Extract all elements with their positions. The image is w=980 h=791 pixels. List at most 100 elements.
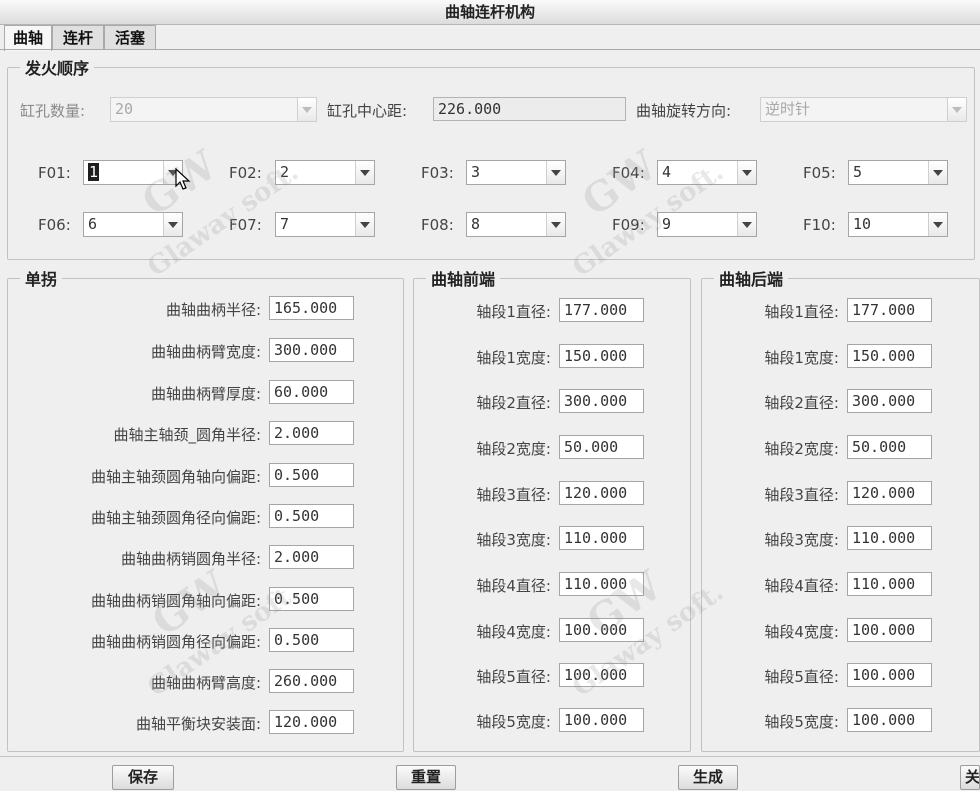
main-journal-fillet-radial-offset-field[interactable]: 0.500 [269,504,354,528]
front-end-group: 曲轴前端 [413,266,691,752]
rear-seg4-diameter-label: 轴段4直径: [764,577,839,595]
chevron-down-icon[interactable] [163,213,182,236]
save-button[interactable]: 保存 [112,765,174,790]
rear-seg2-width-label: 轴段2宽度: [764,440,839,458]
f04-select[interactable]: 4 [657,160,757,185]
rear-seg4-width-label: 轴段4宽度: [764,623,839,641]
rear-seg1-diameter-label: 轴段1直径: [764,303,839,321]
rear-seg2-diameter-field[interactable]: 300.000 [847,389,932,413]
chevron-down-icon[interactable] [947,98,966,121]
crank-radius-field[interactable]: 165.000 [269,296,354,320]
front-seg5-width-label: 轴段5宽度: [476,713,551,731]
front-seg3-diameter-field[interactable]: 120.000 [559,481,644,505]
rear-seg2-width-field[interactable]: 50.000 [847,435,932,459]
rear-seg1-width-field[interactable]: 150.000 [847,344,932,368]
generate-button[interactable]: 生成 [678,765,738,790]
main-journal-fillet-axial-offset-field[interactable]: 0.500 [269,463,354,487]
front-seg2-width-field[interactable]: 50.000 [559,435,644,459]
chevron-down-icon[interactable] [737,213,756,236]
f03-select[interactable]: 3 [466,160,566,185]
chevron-down-icon[interactable] [928,213,947,236]
f08-label: F08: [421,216,454,234]
button-bar-divider [0,756,980,757]
rear-end-group: 曲轴后端 [701,266,980,752]
f06-label: F06: [38,216,71,234]
rear-seg3-diameter-label: 轴段3直径: [764,486,839,504]
front-seg2-width-label: 轴段2宽度: [476,440,551,458]
bore-distance-label: 缸孔中心距: [327,102,408,120]
front-seg4-width-label: 轴段4宽度: [476,623,551,641]
f02-label: F02: [229,164,262,182]
crank-arm-width-field[interactable]: 300.000 [269,338,354,362]
chevron-down-icon[interactable] [355,213,374,236]
f08-select[interactable]: 8 [466,212,566,237]
bore-distance-field[interactable]: 226.000 [433,97,626,121]
front-seg2-diameter-field[interactable]: 300.000 [559,389,644,413]
f05-select[interactable]: 5 [848,160,948,185]
tab-connecting-rod[interactable]: 连杆 [52,25,104,50]
f05-label: F05: [803,164,836,182]
main-journal-fillet-radius-field[interactable]: 2.000 [269,421,354,445]
rear-seg4-diameter-field[interactable]: 110.000 [847,572,932,596]
rotation-direction-select[interactable]: 逆时针 [760,97,967,122]
front-seg4-diameter-field[interactable]: 110.000 [559,572,644,596]
front-seg1-width-label: 轴段1宽度: [476,349,551,367]
crank-arm-thickness-field[interactable]: 60.000 [269,380,354,404]
front-seg1-width-field[interactable]: 150.000 [559,344,644,368]
front-seg2-diameter-label: 轴段2直径: [476,394,551,412]
rear-seg1-width-label: 轴段1宽度: [764,349,839,367]
front-seg4-diameter-label: 轴段4直径: [476,577,551,595]
close-button[interactable]: 关 [960,765,980,790]
rear-seg3-width-field[interactable]: 110.000 [847,526,932,550]
crankpin-fillet-axial-offset-field[interactable]: 0.500 [269,587,354,611]
rear-seg3-diameter-field[interactable]: 120.000 [847,481,932,505]
crankpin-fillet-radius-label: 曲轴曲柄销圆角半径: [120,550,261,568]
front-seg5-width-field[interactable]: 100.000 [559,708,644,732]
chevron-down-icon[interactable] [355,161,374,184]
front-seg5-diameter-field[interactable]: 100.000 [559,663,644,687]
chevron-down-icon[interactable] [928,161,947,184]
front-seg3-diameter-label: 轴段3直径: [476,486,551,504]
f04-label: F04: [612,164,645,182]
f01-value: 1 [88,163,100,181]
f04-value: 4 [662,163,672,181]
window-title: 曲轴连杆机构 [0,0,980,25]
rear-seg5-diameter-field[interactable]: 100.000 [847,663,932,687]
f07-value: 7 [280,215,290,233]
f07-label: F07: [229,216,262,234]
rotation-direction-label: 曲轴旋转方向: [636,102,732,120]
front-end-legend: 曲轴前端 [431,270,496,289]
rear-seg5-width-field[interactable]: 100.000 [847,708,932,732]
f08-value: 8 [471,215,481,233]
chevron-down-icon[interactable] [737,161,756,184]
crankpin-fillet-radius-field[interactable]: 2.000 [269,545,354,569]
counterweight-mount-face-field[interactable]: 120.000 [269,710,354,734]
f09-select[interactable]: 9 [657,212,757,237]
front-seg4-width-field[interactable]: 100.000 [559,618,644,642]
f10-select[interactable]: 10 [848,212,948,237]
single-throw-legend: 单拐 [25,270,58,289]
rear-seg4-width-field[interactable]: 100.000 [847,618,932,642]
tab-piston[interactable]: 活塞 [104,25,156,50]
f07-select[interactable]: 7 [275,212,375,237]
front-seg3-width-field[interactable]: 110.000 [559,526,644,550]
rear-end-legend: 曲轴后端 [719,270,784,289]
main-journal-fillet-radial-offset-label: 曲轴主轴颈圆角径向偏距: [90,509,261,527]
front-seg5-diameter-label: 轴段5直径: [476,668,551,686]
rear-seg5-width-label: 轴段5宽度: [764,713,839,731]
chevron-down-icon[interactable] [546,213,565,236]
rear-seg1-diameter-field[interactable]: 177.000 [847,298,932,322]
main-journal-fillet-axial-offset-label: 曲轴主轴颈圆角轴向偏距: [90,468,261,486]
crank-arm-height-field[interactable]: 260.000 [269,669,354,693]
f01-select[interactable]: 1 [83,160,183,185]
f06-value: 6 [88,215,98,233]
crankpin-fillet-radial-offset-field[interactable]: 0.500 [269,628,354,652]
f06-select[interactable]: 6 [83,212,183,237]
bore-count-select[interactable]: 20 [110,97,317,122]
tab-crankshaft[interactable]: 曲轴 [4,25,52,51]
chevron-down-icon[interactable] [297,98,316,121]
f02-select[interactable]: 2 [275,160,375,185]
chevron-down-icon[interactable] [546,161,565,184]
front-seg1-diameter-field[interactable]: 177.000 [559,298,644,322]
reset-button[interactable]: 重置 [396,765,456,790]
